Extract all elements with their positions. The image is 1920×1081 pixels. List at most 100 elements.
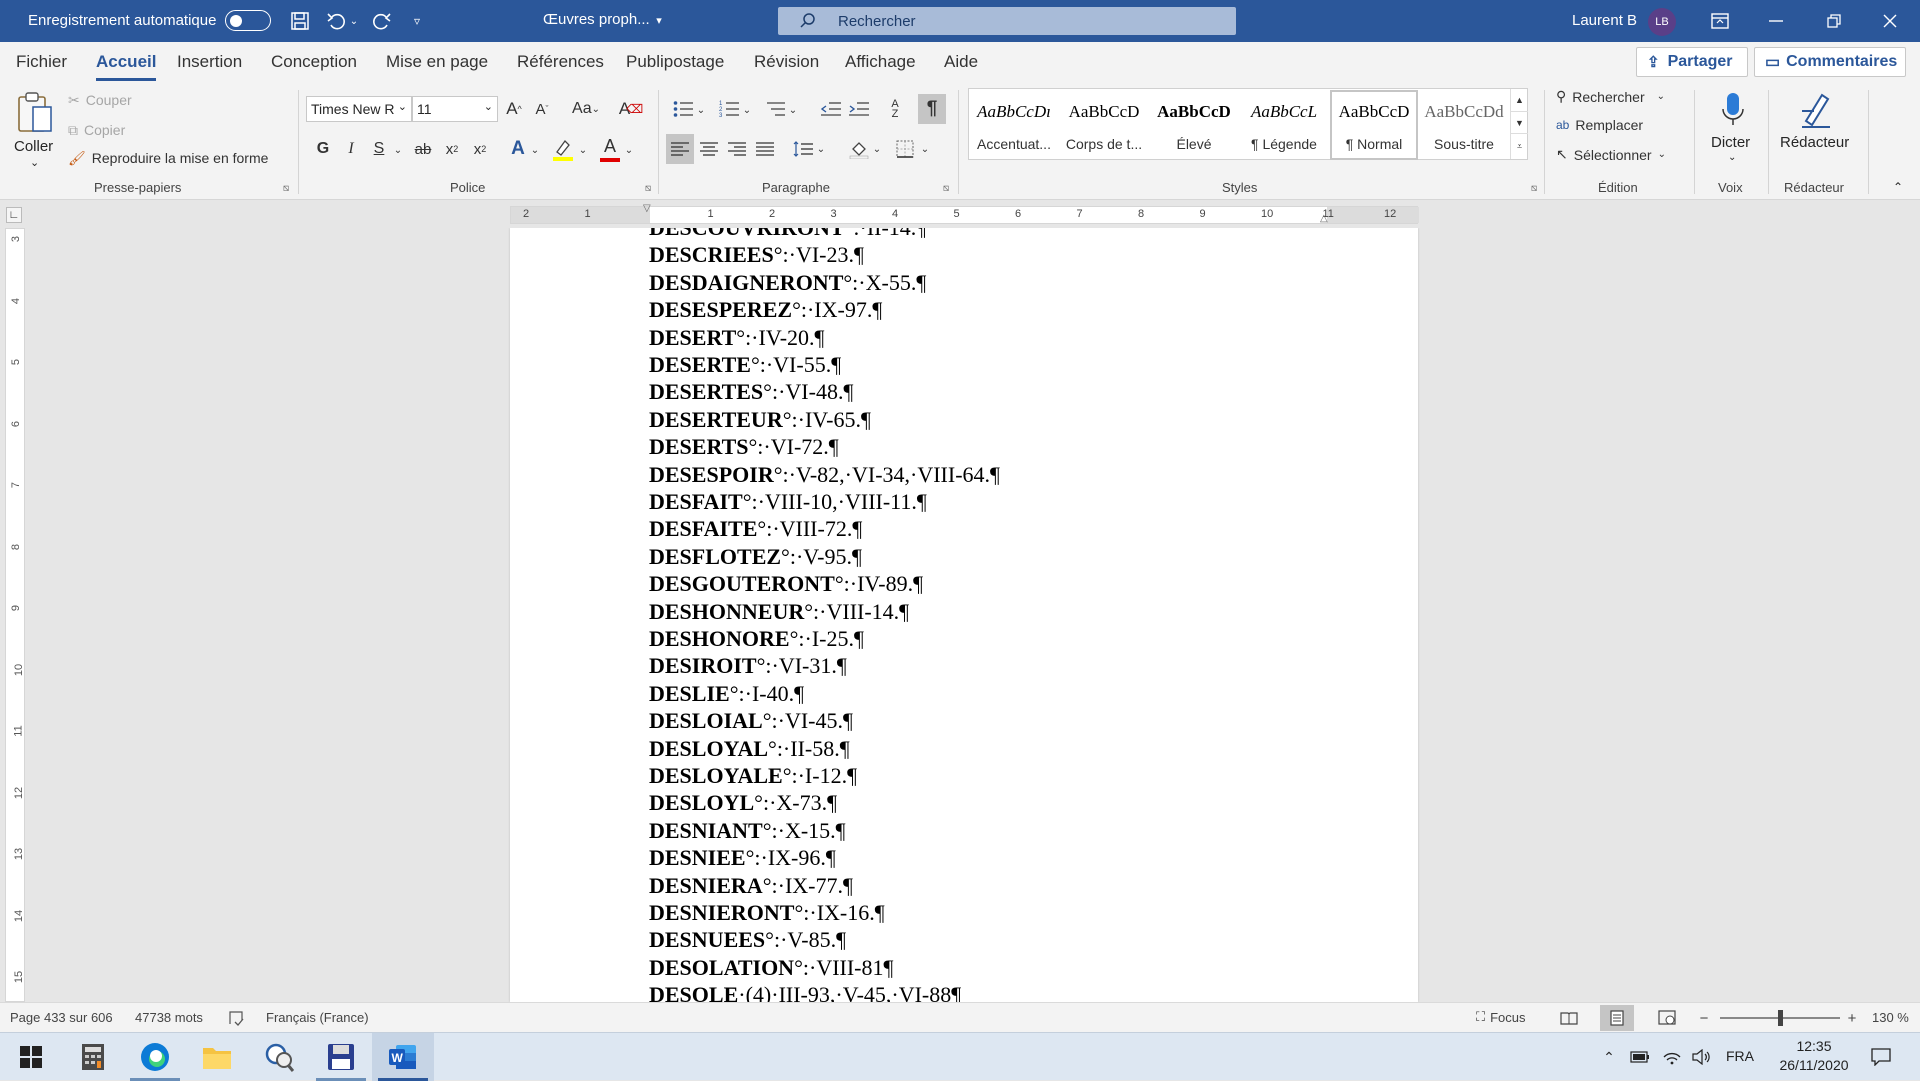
- proofing-icon[interactable]: [226, 1009, 246, 1027]
- tab-revision[interactable]: Révision: [754, 52, 819, 72]
- styles-scroll-down-icon[interactable]: ▼: [1510, 111, 1528, 133]
- font-name-box[interactable]: Times New R ⌄: [306, 96, 412, 122]
- highlight-icon[interactable]: [552, 138, 576, 164]
- shading-icon[interactable]: [846, 134, 872, 164]
- editor-button[interactable]: Rédacteur: [1776, 88, 1858, 174]
- increase-indent-icon[interactable]: [846, 96, 872, 122]
- share-button[interactable]: ⇪ Partager: [1636, 47, 1748, 77]
- style-sous-titre[interactable]: AaBbCcDd Sous-titre: [1420, 92, 1508, 158]
- tab-publipostage[interactable]: Publipostage: [626, 52, 724, 72]
- font-color-dropdown-icon[interactable]: ⌄: [624, 138, 634, 162]
- paste-button[interactable]: Coller ⌄: [10, 88, 60, 174]
- document-page[interactable]: DESCOUVRIRONT°:·II-14.¶DESCRIEES°:·VI-23…: [510, 228, 1418, 1002]
- save-icon[interactable]: [288, 10, 312, 32]
- tab-references[interactable]: Références: [517, 52, 604, 72]
- minimize-icon[interactable]: [1760, 10, 1792, 32]
- style-normal[interactable]: AaBbCcD ¶ Normal: [1330, 90, 1418, 160]
- tab-conception[interactable]: Conception: [271, 52, 357, 72]
- font-color-icon[interactable]: A: [598, 136, 622, 164]
- bullets-icon[interactable]: [670, 96, 696, 122]
- ribbon-display-icon[interactable]: [1708, 10, 1732, 32]
- read-mode-icon[interactable]: [1556, 1007, 1582, 1029]
- style-accentuation[interactable]: AaBbCcDı Accentuat...: [970, 92, 1058, 158]
- style-legende[interactable]: AaBbCcL ¶ Légende: [1240, 92, 1328, 158]
- styles-more-icon[interactable]: ⩡: [1510, 133, 1528, 159]
- bold-button[interactable]: G: [312, 136, 334, 162]
- bullets-dropdown-icon[interactable]: ⌄: [696, 98, 706, 122]
- grow-font-icon[interactable]: A ^: [502, 96, 526, 122]
- styles-launcher-icon[interactable]: ⧅: [1528, 182, 1540, 194]
- undo-icon[interactable]: [324, 10, 348, 32]
- borders-icon[interactable]: [892, 134, 918, 164]
- find-button[interactable]: ⚲ Rechercher ⌄: [1556, 88, 1665, 105]
- word-count[interactable]: 47738 mots: [135, 1010, 203, 1025]
- tab-accueil[interactable]: Accueil: [96, 52, 157, 81]
- numbering-dropdown-icon[interactable]: ⌄: [742, 98, 752, 122]
- close-icon[interactable]: [1874, 10, 1906, 32]
- language-indicator[interactable]: FRA: [1726, 1048, 1754, 1064]
- chevron-up-icon[interactable]: ⌃: [1600, 1047, 1618, 1067]
- text-effects-dropdown-icon[interactable]: ⌄: [530, 138, 540, 162]
- dictate-button[interactable]: Dicter ⌄: [1706, 88, 1760, 174]
- paragraph-launcher-icon[interactable]: ⧅: [940, 182, 952, 194]
- italic-button[interactable]: I: [340, 136, 362, 162]
- redo-icon[interactable]: [370, 10, 394, 32]
- calculator-icon[interactable]: [62, 1033, 124, 1081]
- avatar[interactable]: LB: [1648, 8, 1676, 36]
- align-right-icon[interactable]: [724, 134, 750, 164]
- volume-icon[interactable]: [1690, 1047, 1714, 1067]
- zoom-slider-thumb[interactable]: [1778, 1010, 1783, 1026]
- replace-button[interactable]: ab Remplacer: [1556, 117, 1643, 133]
- print-layout-icon[interactable]: [1600, 1005, 1634, 1031]
- subscript-icon[interactable]: x2: [440, 136, 464, 162]
- clock-date[interactable]: 26/11/2020: [1766, 1057, 1862, 1073]
- clipboard-launcher-icon[interactable]: ⧅: [280, 182, 292, 194]
- shrink-font-icon[interactable]: Aˇ: [530, 96, 554, 122]
- tab-affichage[interactable]: Affichage: [845, 52, 916, 72]
- numbering-icon[interactable]: 123: [716, 96, 742, 122]
- shading-dropdown-icon[interactable]: ⌄: [872, 136, 882, 162]
- decrease-indent-icon[interactable]: [818, 96, 844, 122]
- text-effects-icon[interactable]: A: [506, 136, 530, 162]
- collapse-ribbon-icon[interactable]: ⌃: [1890, 180, 1906, 194]
- line-spacing-icon[interactable]: [790, 134, 816, 164]
- file-explorer-icon[interactable]: [186, 1033, 248, 1081]
- strikethrough-icon[interactable]: ab: [410, 136, 436, 162]
- focus-button[interactable]: ⛶ Focus: [1476, 1009, 1526, 1025]
- search-app-icon[interactable]: [248, 1033, 310, 1081]
- restore-icon[interactable]: [1818, 10, 1850, 32]
- zoom-in-icon[interactable]: +: [1844, 1008, 1860, 1028]
- tab-insertion[interactable]: Insertion: [177, 52, 242, 72]
- zoom-slider[interactable]: [1720, 1010, 1840, 1026]
- cut-button[interactable]: ✂ Couper: [68, 92, 132, 109]
- change-case-icon[interactable]: Aa ⌄: [566, 96, 606, 122]
- tab-mise-en-page[interactable]: Mise en page: [386, 52, 488, 72]
- user-name[interactable]: Laurent B: [1572, 12, 1637, 29]
- clock-time[interactable]: 12:35: [1784, 1038, 1844, 1054]
- tab-fichier[interactable]: Fichier: [16, 52, 67, 72]
- battery-icon[interactable]: [1628, 1047, 1652, 1067]
- align-center-icon[interactable]: [696, 134, 722, 164]
- font-launcher-icon[interactable]: ⧅: [642, 182, 654, 194]
- line-spacing-dropdown-icon[interactable]: ⌄: [816, 136, 826, 162]
- title-dropdown-icon[interactable]: ▾: [652, 12, 666, 28]
- tab-aide[interactable]: Aide: [944, 52, 978, 72]
- right-indent-marker[interactable]: △: [1320, 213, 1328, 224]
- style-corps-de-texte[interactable]: AaBbCcD Corps de t...: [1060, 92, 1148, 158]
- multilevel-list-icon[interactable]: [762, 96, 788, 122]
- underline-button[interactable]: S: [368, 136, 390, 162]
- customize-toolbar-icon[interactable]: ▿: [408, 12, 426, 30]
- start-icon[interactable]: [0, 1033, 62, 1081]
- page-count[interactable]: Page 433 sur 606: [10, 1010, 113, 1025]
- borders-dropdown-icon[interactable]: ⌄: [920, 136, 930, 162]
- first-line-indent-marker[interactable]: ▽: [643, 203, 651, 214]
- font-size-box[interactable]: 11 ⌄: [412, 96, 498, 122]
- undo-dropdown-icon[interactable]: ⌄: [348, 14, 360, 28]
- zoom-level[interactable]: 130 %: [1872, 1010, 1909, 1025]
- comments-button[interactable]: ▭ Commentaires: [1754, 47, 1906, 77]
- underline-dropdown-icon[interactable]: ⌄: [392, 138, 404, 162]
- style-eleve[interactable]: AaBbCcD Élevé: [1150, 92, 1238, 158]
- language-status[interactable]: Français (France): [266, 1010, 369, 1025]
- styles-scroll-up-icon[interactable]: ▲: [1510, 89, 1528, 111]
- wifi-icon[interactable]: [1660, 1047, 1684, 1067]
